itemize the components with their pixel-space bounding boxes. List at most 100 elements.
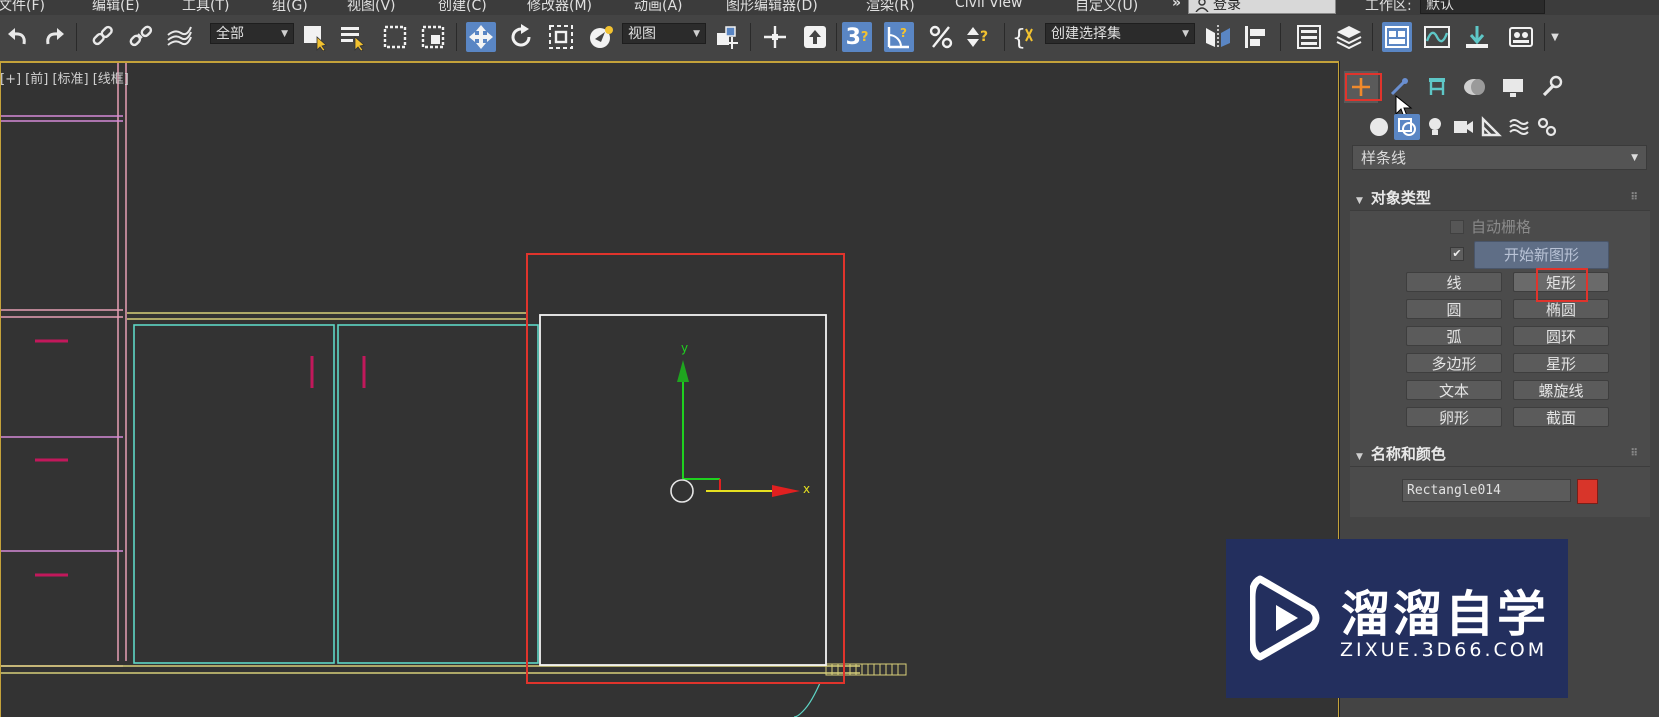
workspace-dropdown[interactable]: 默认 bbox=[1420, 0, 1545, 14]
select-object-button[interactable] bbox=[300, 22, 330, 52]
schematic-view-button[interactable] bbox=[1462, 22, 1492, 52]
select-and-rotate-button[interactable] bbox=[506, 22, 536, 52]
svg-text:{: { bbox=[1012, 26, 1026, 51]
redo-icon bbox=[46, 28, 64, 45]
name-color-rollout-header[interactable]: ▼ 名称和颜色 ⠿ bbox=[1350, 442, 1650, 466]
shape-category-dropdown[interactable]: 样条线 ▼ bbox=[1352, 145, 1647, 170]
toolbar-overflow-button[interactable]: ▼ bbox=[1550, 22, 1560, 52]
toggle-ribbon-button[interactable] bbox=[1382, 22, 1412, 52]
menu-tools[interactable]: 工具(T) bbox=[182, 0, 229, 15]
text-button[interactable]: 文本 bbox=[1406, 380, 1502, 400]
scene-explorer-button[interactable] bbox=[1294, 22, 1324, 52]
menu-civil-view[interactable]: Civil View bbox=[955, 0, 1022, 11]
start-new-shape-button[interactable]: 开始新图形 bbox=[1474, 241, 1609, 269]
systems-category-button[interactable] bbox=[1534, 114, 1560, 140]
menu-create[interactable]: 创建(C) bbox=[438, 0, 487, 15]
tape-measure-icon bbox=[1481, 116, 1502, 137]
object-type-rollout-header[interactable]: ▼ 对象类型 ⠿ bbox=[1350, 186, 1650, 210]
egg-button[interactable]: 卵形 bbox=[1406, 407, 1502, 427]
angle-snap-toggle-button[interactable]: ? bbox=[884, 22, 914, 52]
move-icon bbox=[469, 25, 493, 49]
toolbar-separator bbox=[836, 23, 837, 51]
space-warps-category-button[interactable] bbox=[1506, 114, 1532, 140]
named-selection-value: 创建选择集 bbox=[1051, 26, 1121, 42]
star-button[interactable]: 星形 bbox=[1513, 353, 1609, 373]
menu-views[interactable]: 视图(V) bbox=[347, 0, 396, 15]
curve-editor-button[interactable] bbox=[1422, 22, 1452, 52]
bind-to-space-warp-button[interactable] bbox=[164, 22, 194, 52]
edit-named-selection-button[interactable]: { bbox=[1010, 22, 1040, 52]
wave-icon bbox=[1509, 119, 1529, 135]
select-and-move-button[interactable] bbox=[466, 22, 496, 52]
menu-rendering[interactable]: 渲染(R) bbox=[866, 0, 915, 15]
unlink-selection-button[interactable] bbox=[126, 22, 156, 52]
undo-button[interactable] bbox=[2, 22, 32, 52]
pivot-center-button[interactable] bbox=[712, 22, 742, 52]
user-icon bbox=[1195, 0, 1209, 12]
tab-hierarchy[interactable] bbox=[1420, 71, 1454, 103]
menu-edit[interactable]: 编辑(E) bbox=[92, 0, 140, 15]
camera-icon bbox=[1454, 121, 1473, 133]
align-button[interactable] bbox=[1241, 22, 1271, 52]
menu-file[interactable]: 文件(F) bbox=[0, 0, 45, 15]
login-dropdown[interactable]: 登录 bbox=[1188, 0, 1336, 14]
menu-modifiers[interactable]: 修改器(M) bbox=[527, 0, 592, 15]
percent-snap-icon bbox=[929, 25, 953, 49]
redo-button[interactable] bbox=[40, 22, 70, 52]
select-and-link-button[interactable] bbox=[88, 22, 118, 52]
menu-group[interactable]: 组(G) bbox=[272, 0, 308, 15]
chevron-down-icon: ▼ bbox=[693, 29, 700, 39]
chevron-down-icon: ▼ bbox=[281, 29, 288, 39]
object-name-input[interactable] bbox=[1402, 479, 1571, 502]
named-selection-dropdown[interactable]: 创建选择集 ▼ bbox=[1045, 23, 1195, 44]
menu-customize[interactable]: 自定义(U) bbox=[1075, 0, 1138, 15]
percent-snap-toggle-button[interactable] bbox=[926, 22, 956, 52]
layer-explorer-button[interactable] bbox=[1334, 22, 1364, 52]
play-logo-icon bbox=[1250, 575, 1320, 661]
keyboard-shortcut-override-button[interactable] bbox=[800, 22, 830, 52]
spinner-snap-toggle-button[interactable]: ? bbox=[964, 22, 994, 52]
highlight-box bbox=[526, 253, 845, 684]
window-crossing-button[interactable] bbox=[418, 22, 448, 52]
main-toolbar: 全部 ▼ 视图 ▼ 3? ? ? {创建选择集 ▼ ▼ bbox=[0, 15, 1659, 62]
shapes-category-button[interactable] bbox=[1394, 114, 1420, 140]
window-crossing-icon bbox=[421, 25, 445, 49]
rectangular-selection-button[interactable] bbox=[380, 22, 410, 52]
tab-utilities[interactable] bbox=[1534, 71, 1568, 103]
object-color-swatch[interactable] bbox=[1577, 479, 1598, 504]
material-editor-button[interactable] bbox=[1506, 22, 1536, 52]
reference-coordinate-dropdown[interactable]: 视图 ▼ bbox=[622, 23, 706, 44]
menu-graph-editors[interactable]: 图形编辑器(D) bbox=[726, 0, 818, 15]
start-new-shape-checkbox[interactable]: ✔ bbox=[1450, 247, 1464, 261]
tab-display[interactable] bbox=[1496, 71, 1530, 103]
line-button[interactable]: 线 bbox=[1406, 272, 1502, 292]
select-by-name-button[interactable] bbox=[338, 22, 368, 52]
mirror-button[interactable] bbox=[1203, 22, 1233, 52]
select-and-manipulate-button[interactable] bbox=[760, 22, 790, 52]
cameras-category-button[interactable] bbox=[1450, 114, 1476, 140]
place-object-button[interactable] bbox=[586, 22, 616, 52]
ellipse-button[interactable]: 椭圆 bbox=[1513, 299, 1609, 319]
snaps-toggle-button[interactable]: 3? bbox=[842, 22, 872, 52]
arc-button[interactable]: 弧 bbox=[1406, 326, 1502, 346]
selection-filter-dropdown[interactable]: 全部 ▼ bbox=[210, 23, 294, 44]
menu-overflow[interactable]: » bbox=[1172, 0, 1181, 11]
circle-button[interactable]: 圆 bbox=[1406, 299, 1502, 319]
geometry-category-button[interactable] bbox=[1366, 114, 1392, 140]
menu-animation[interactable]: 动画(A) bbox=[634, 0, 683, 15]
helix-button[interactable]: 螺旋线 bbox=[1513, 380, 1609, 400]
auto-grid-checkbox[interactable] bbox=[1450, 220, 1464, 234]
rollout-collapse-icon: ▼ bbox=[1356, 452, 1363, 462]
select-and-scale-button[interactable] bbox=[546, 22, 576, 52]
ngon-button[interactable]: 多边形 bbox=[1406, 353, 1502, 373]
watermark-title: 溜溜自学 bbox=[1341, 586, 1550, 643]
donut-button[interactable]: 圆环 bbox=[1513, 326, 1609, 346]
helpers-category-button[interactable] bbox=[1478, 114, 1504, 140]
viewport-front[interactable]: x y [+] [前] [标准] [线框] bbox=[0, 61, 1339, 717]
lights-category-button[interactable] bbox=[1422, 114, 1448, 140]
tab-motion[interactable] bbox=[1458, 71, 1492, 103]
selection-filter-value: 全部 bbox=[216, 26, 244, 42]
hierarchy-icon bbox=[1429, 78, 1445, 95]
section-button[interactable]: 截面 bbox=[1513, 407, 1609, 427]
highlight-box bbox=[1536, 268, 1588, 302]
